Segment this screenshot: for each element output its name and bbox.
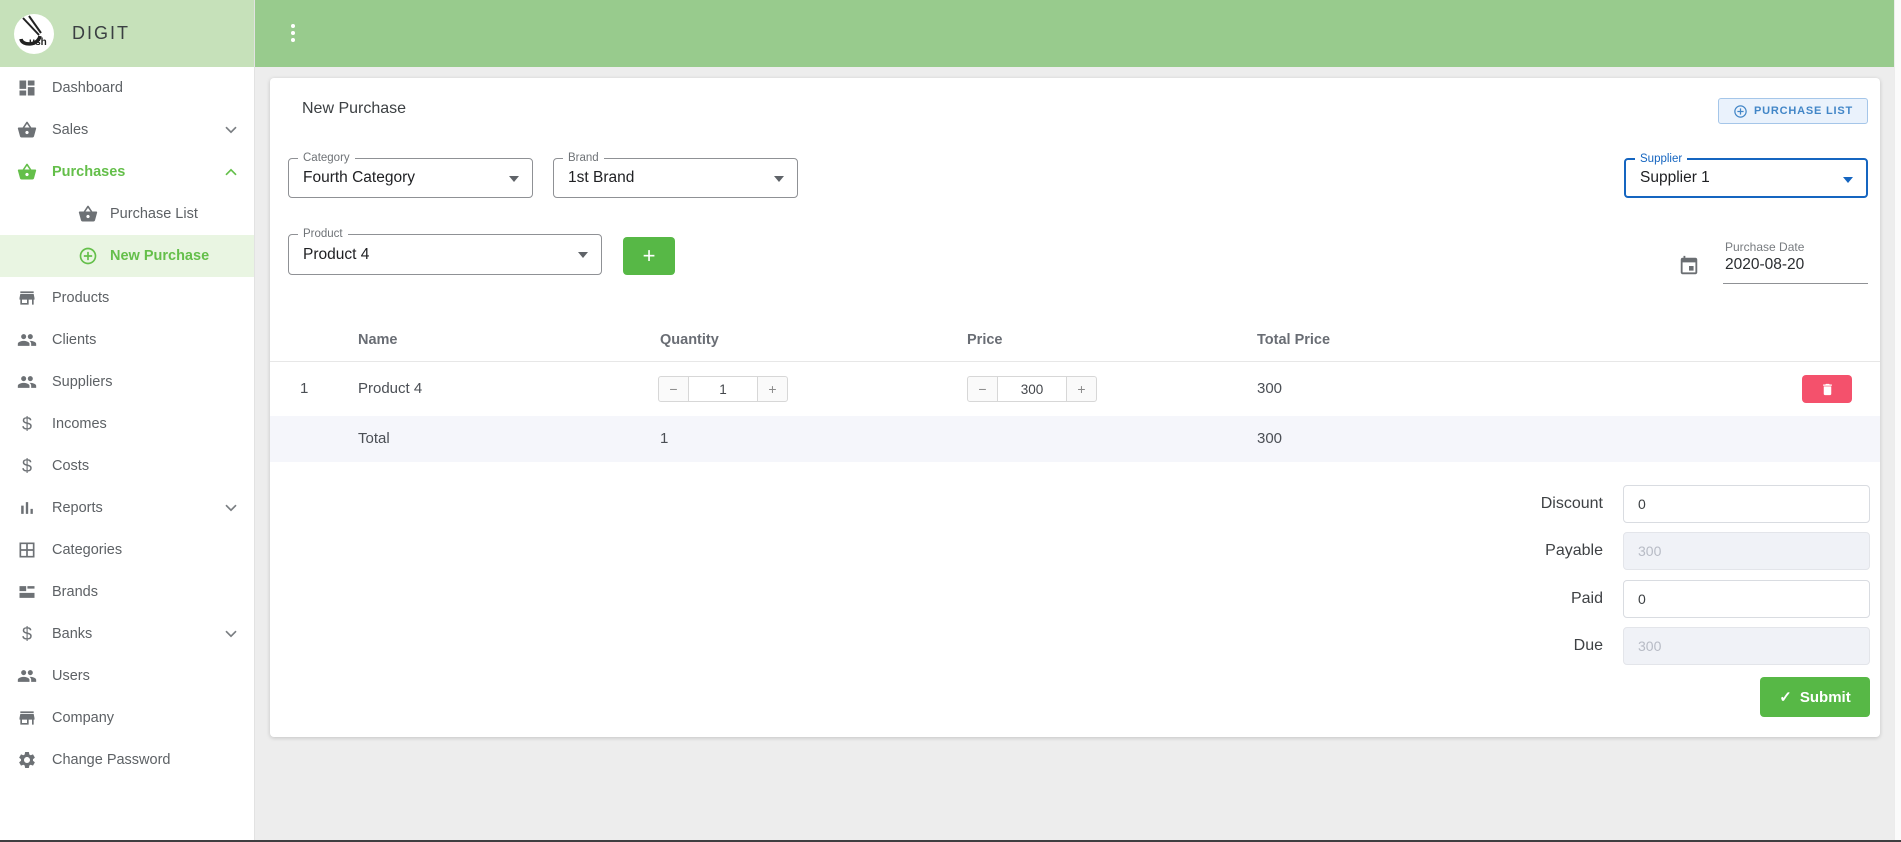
price-increase-button[interactable]: +	[1066, 376, 1097, 402]
people-icon	[17, 372, 37, 392]
people-icon	[17, 330, 37, 350]
calendar-icon	[1678, 255, 1700, 277]
sidebar-item-new-purchase[interactable]: New Purchase	[0, 235, 254, 277]
sidebar-nav: Dashboard Sales Purchases Purchase List …	[0, 67, 254, 781]
sidebar-item-categories[interactable]: Categories	[0, 529, 254, 571]
dollar-icon: $	[21, 455, 32, 476]
dashboard-icon	[17, 78, 37, 98]
sidebar-item-change-password[interactable]: Change Password	[0, 739, 254, 781]
category-select[interactable]: Category Fourth Category	[288, 152, 533, 198]
basket-icon	[17, 162, 37, 182]
chevron-up-icon	[225, 168, 237, 176]
discount-label: Discount	[1540, 495, 1603, 512]
discount-input[interactable]	[1623, 485, 1870, 523]
kebab-menu-icon[interactable]	[281, 21, 305, 45]
sidebar-header: ush DIGIT	[0, 0, 254, 67]
new-purchase-card: New Purchase PURCHASE LIST Category Four…	[270, 78, 1880, 737]
sidebar-item-company[interactable]: Company	[0, 697, 254, 739]
app-window: ush DIGIT Dashboard Sales Purchases Purc…	[0, 0, 1901, 842]
brand-logo: ush	[14, 13, 54, 54]
payable-label: Payable	[1545, 542, 1603, 559]
payable-input	[1623, 532, 1870, 570]
purchase-date-value: 2020-08-20	[1725, 256, 1805, 273]
dropdown-arrow-icon	[1843, 177, 1853, 183]
svg-text:ush: ush	[29, 37, 47, 48]
brand-select[interactable]: Brand 1st Brand	[553, 152, 798, 198]
submit-button[interactable]: ✓ Submit	[1760, 677, 1870, 717]
due-input	[1623, 627, 1870, 665]
people-icon	[17, 666, 37, 686]
topbar	[255, 0, 1894, 67]
quantity-increase-button[interactable]: +	[757, 376, 788, 402]
sidebar-item-users[interactable]: Users	[0, 655, 254, 697]
quantity-stepper: − +	[658, 376, 788, 402]
trash-icon	[1820, 382, 1835, 397]
chevron-down-icon	[225, 126, 237, 134]
sidebar-item-banks[interactable]: $ Banks	[0, 613, 254, 655]
dropdown-arrow-icon	[578, 252, 588, 258]
page-title: New Purchase	[302, 100, 407, 117]
store-icon	[17, 708, 37, 728]
dollar-icon: $	[21, 623, 32, 644]
sidebar-item-suppliers[interactable]: Suppliers	[0, 361, 254, 403]
main-content: New Purchase PURCHASE LIST Category Four…	[255, 67, 1894, 840]
sidebar-item-clients[interactable]: Clients	[0, 319, 254, 361]
sidebar-item-purchase-list[interactable]: Purchase List	[0, 193, 254, 235]
plus-circle-icon	[78, 246, 98, 266]
brand-title: DIGIT	[72, 23, 130, 43]
due-label: Due	[1573, 637, 1603, 654]
sidebar-item-dashboard[interactable]: Dashboard	[0, 67, 254, 109]
row-total-price: 300	[1257, 380, 1283, 397]
total-price: 300	[1257, 430, 1283, 447]
basket-icon	[17, 120, 37, 140]
total-quantity: 1	[660, 430, 669, 447]
plus-circle-icon	[1733, 104, 1748, 119]
check-icon: ✓	[1779, 689, 1792, 706]
purchase-list-button[interactable]: PURCHASE LIST	[1718, 98, 1868, 124]
row-product-name: Product 4	[358, 380, 423, 397]
paid-input[interactable]	[1623, 580, 1870, 618]
scrollbar-track[interactable]	[1894, 0, 1901, 842]
sidebar-item-brands[interactable]: Brands	[0, 571, 254, 613]
chevron-down-icon	[225, 630, 237, 638]
sidebar-item-sales[interactable]: Sales	[0, 109, 254, 151]
input-underline	[1723, 283, 1868, 284]
store-icon	[17, 288, 37, 308]
sidebar: ush DIGIT Dashboard Sales Purchases Purc…	[0, 0, 255, 840]
chevron-down-icon	[225, 504, 237, 512]
table-header-row: Name Quantity Price Total Price	[270, 322, 1880, 362]
basket-icon	[78, 204, 98, 224]
sidebar-item-costs[interactable]: $ Costs	[0, 445, 254, 487]
product-select[interactable]: Product Product 4	[288, 228, 602, 275]
dropdown-arrow-icon	[509, 176, 519, 182]
sidebar-item-incomes[interactable]: $ Incomes	[0, 403, 254, 445]
layout-icon	[17, 582, 37, 602]
sidebar-item-reports[interactable]: Reports	[0, 487, 254, 529]
price-stepper: − +	[967, 376, 1097, 402]
gear-icon	[17, 750, 37, 770]
table-total-row: Total 1 300	[270, 416, 1880, 462]
dollar-icon: $	[21, 413, 32, 434]
sidebar-item-products[interactable]: Products	[0, 277, 254, 319]
grid-icon	[17, 540, 37, 560]
paid-label: Paid	[1570, 590, 1603, 607]
dropdown-arrow-icon	[774, 176, 784, 182]
purchase-date-field[interactable]: Purchase Date 2020-08-20	[1678, 240, 1868, 286]
sidebar-item-purchases[interactable]: Purchases	[0, 151, 254, 193]
table-row: 1 Product 4 − + − + 300	[270, 362, 1880, 416]
bar-chart-icon	[17, 498, 37, 518]
quantity-decrease-button[interactable]: −	[658, 376, 689, 402]
add-product-button[interactable]: +	[623, 237, 675, 275]
delete-row-button[interactable]	[1802, 375, 1852, 403]
quantity-input[interactable]	[689, 376, 757, 402]
row-index: 1	[300, 380, 309, 397]
supplier-select[interactable]: Supplier Supplier 1	[1624, 153, 1868, 198]
price-input[interactable]	[998, 376, 1066, 402]
price-decrease-button[interactable]: −	[967, 376, 998, 402]
